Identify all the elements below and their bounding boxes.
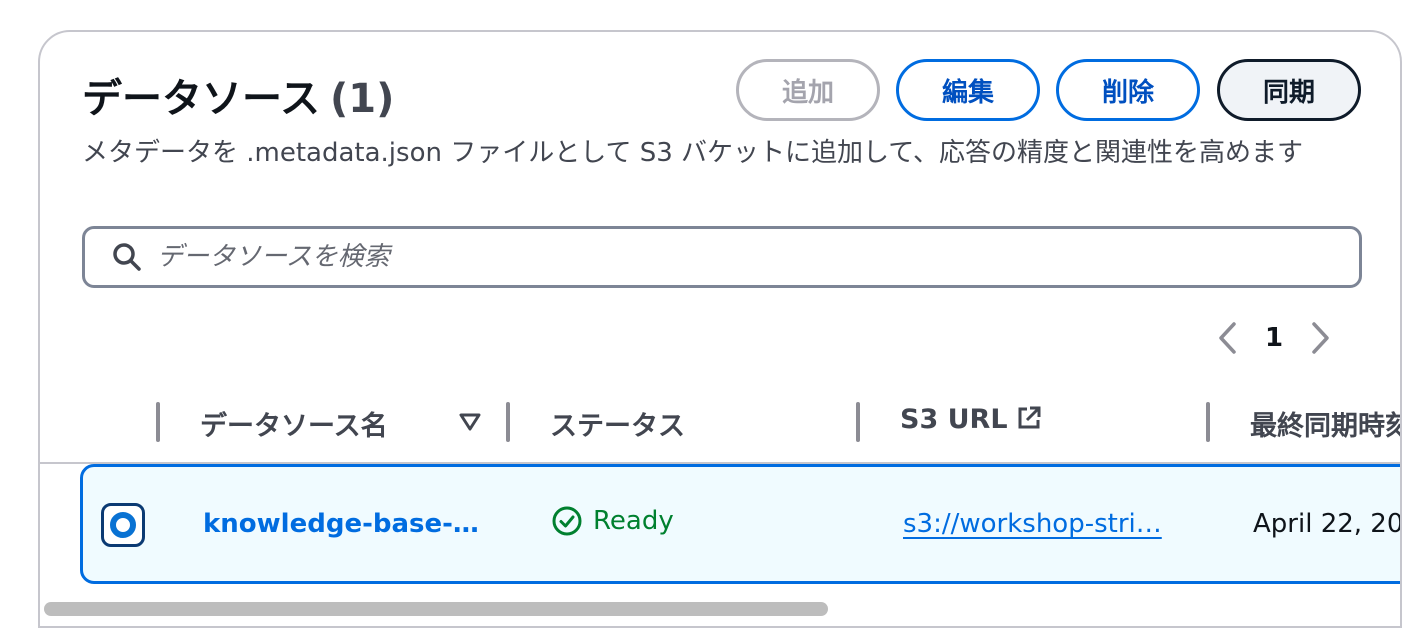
data-source-count: (1) — [330, 76, 395, 122]
horizontal-scrollbar[interactable] — [40, 594, 1400, 624]
scrollbar-thumb[interactable] — [44, 602, 828, 616]
search-input[interactable] — [157, 232, 1307, 282]
column-divider[interactable] — [856, 402, 860, 442]
sort-down-icon[interactable] — [458, 412, 482, 432]
data-source-name-link[interactable]: knowledge-base-… — [203, 509, 479, 539]
chevron-right-icon — [1312, 322, 1329, 354]
column-divider[interactable] — [1206, 402, 1210, 442]
radio-selected-dot — [110, 512, 136, 538]
data-source-panel: データソース (1) 追加 編集 削除 同期 メタデータを .metadata.j… — [38, 30, 1402, 628]
column-header-s3-url-text: S3 URL — [900, 404, 1008, 435]
pagination: 1 — [1210, 316, 1338, 360]
check-circle-icon — [552, 506, 582, 536]
panel-title-text: データソース — [82, 76, 320, 122]
column-header-s3-url[interactable]: S3 URL — [900, 404, 1042, 435]
external-link-icon — [1018, 406, 1041, 429]
s3-url-link[interactable]: s3://workshop-stri… — [903, 509, 1162, 539]
sync-button[interactable]: 同期 — [1217, 59, 1361, 121]
chevron-left-icon — [1219, 322, 1236, 354]
s3-url-cell[interactable]: s3://workshop-stri… — [903, 509, 1162, 539]
prev-page-button[interactable] — [1210, 316, 1246, 360]
current-page-number[interactable]: 1 — [1246, 323, 1302, 353]
delete-button[interactable]: 削除 — [1056, 59, 1200, 121]
table-row[interactable]: knowledge-base-… Ready s3://workshop-str… — [80, 464, 1402, 584]
column-divider — [156, 402, 160, 442]
status-indicator: Ready — [551, 505, 674, 537]
next-page-button[interactable] — [1302, 316, 1338, 360]
search-box[interactable] — [82, 226, 1362, 288]
panel-title: データソース (1) — [82, 66, 394, 124]
last-sync-time: April 22, 20 — [1253, 509, 1402, 539]
row-select-radio[interactable] — [101, 503, 145, 547]
column-divider[interactable] — [506, 402, 510, 442]
search-icon — [113, 243, 141, 271]
panel-description: メタデータを .metadata.json ファイルとして S3 バケットに追加… — [82, 138, 1303, 168]
add-button[interactable]: 追加 — [736, 59, 880, 121]
table-header: データソース名 ステータス S3 URL 最終同期時刻 — [40, 392, 1400, 462]
column-header-status[interactable]: ステータス — [550, 404, 685, 443]
column-header-name[interactable]: データソース名 — [200, 404, 388, 443]
column-header-last-sync[interactable]: 最終同期時刻 — [1250, 404, 1400, 443]
edit-button[interactable]: 編集 — [896, 59, 1040, 121]
status-text: Ready — [593, 506, 674, 536]
